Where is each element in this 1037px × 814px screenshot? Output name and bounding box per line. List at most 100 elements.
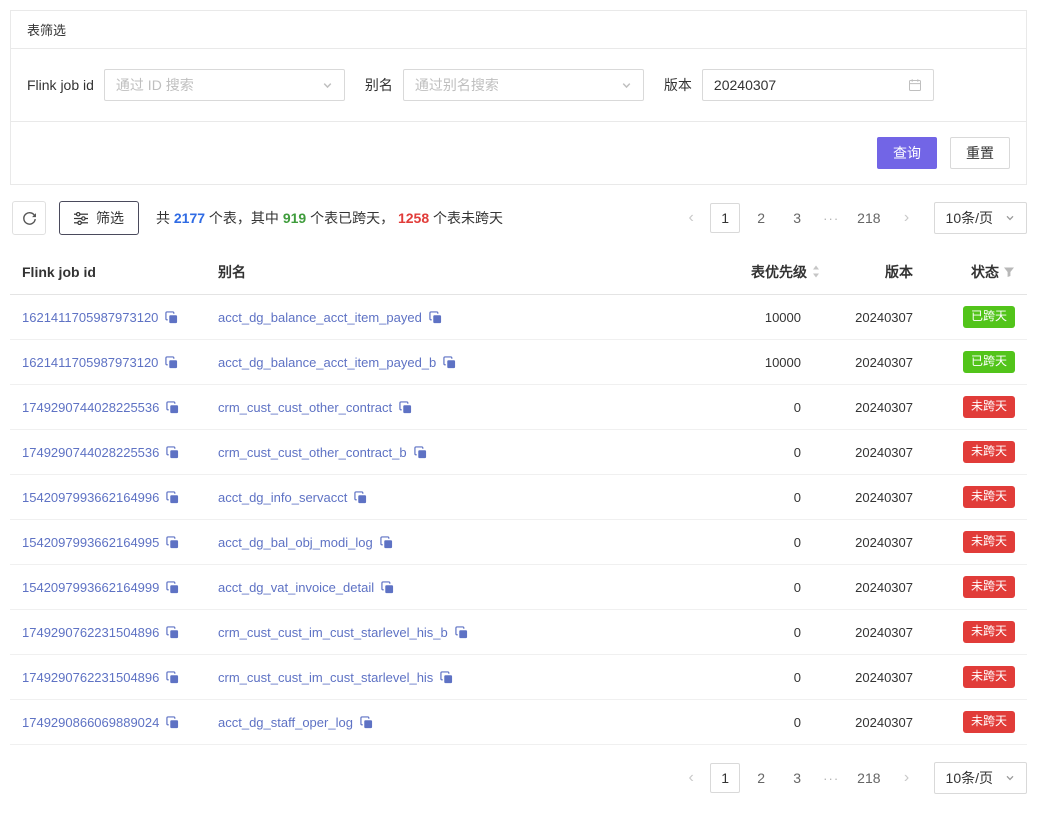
job-id-link[interactable]: 1542097993662164995 [22,535,159,550]
alias-cell: acct_dg_balance_acct_item_payed [218,310,671,325]
column-label: 状态 [971,262,999,282]
job-id-link[interactable]: 1621411705987973120 [22,355,158,370]
copy-icon[interactable] [429,311,442,324]
version-value: 20240307 [821,355,913,370]
page-ellipsis[interactable]: ··· [818,211,844,226]
alias-link[interactable]: crm_cust_cust_im_cust_starlevel_his_b [218,625,448,640]
copy-icon[interactable] [165,311,178,324]
alias-link[interactable]: acct_dg_info_servacct [218,490,347,505]
copy-icon[interactable] [414,446,427,459]
sort-carets-icon[interactable] [811,264,821,279]
job-id-placeholder: 通过 ID 搜索 [116,75,194,95]
copy-icon[interactable] [354,491,367,504]
next-page-button[interactable]: › [894,763,920,793]
funnel-icon[interactable] [1003,266,1015,278]
alias-link[interactable]: acct_dg_balance_acct_item_payed [218,310,422,325]
alias-cell: crm_cust_cust_im_cust_starlevel_his [218,670,671,685]
copy-icon[interactable] [166,581,179,594]
refresh-button[interactable] [12,201,46,235]
column-header-status[interactable]: 状态 [913,262,1015,282]
copy-icon[interactable] [166,671,179,684]
copy-icon[interactable] [165,356,178,369]
version-value: 20240307 [821,670,913,685]
status-cell: 未跨天 [913,486,1015,508]
copy-icon[interactable] [399,401,412,414]
copy-icon[interactable] [166,626,179,639]
status-cell: 已跨天 [913,306,1015,328]
status-badge: 未跨天 [963,711,1015,733]
version-date-input[interactable]: 20240307 [702,69,934,101]
copy-icon[interactable] [166,536,179,549]
page-button-1[interactable]: 1 [710,763,740,793]
page-button-2[interactable]: 2 [746,203,776,233]
version-value: 20240307 [821,400,913,415]
page-button-2[interactable]: 2 [746,763,776,793]
job-id-link[interactable]: 1749290866069889024 [22,715,159,730]
copy-icon[interactable] [166,401,179,414]
job-id-link[interactable]: 1749290762231504896 [22,670,159,685]
filter-row: Flink job id 通过 ID 搜索 别名 通过别名搜索 [11,49,1026,122]
job-id-cell: 1542097993662164999 [22,580,218,595]
alias-placeholder: 通过别名搜索 [415,75,499,95]
search-button[interactable]: 查询 [877,137,937,169]
job-id-link[interactable]: 1542097993662164996 [22,490,159,505]
alias-field: 别名 通过别名搜索 [365,69,644,101]
job-id-link[interactable]: 1749290744028225536 [22,445,159,460]
job-id-link[interactable]: 1621411705987973120 [22,310,158,325]
job-id-select[interactable]: 通过 ID 搜索 [104,69,345,101]
copy-icon[interactable] [443,356,456,369]
alias-cell: crm_cust_cust_other_contract [218,400,671,415]
page-button-3[interactable]: 3 [782,203,812,233]
page-button-last[interactable]: 218 [850,203,887,233]
table-row: 1542097993662164999 acct_dg_vat_invoice_… [10,565,1027,610]
filter-toggle-button[interactable]: 筛选 [59,201,139,235]
priority-value: 10000 [671,355,821,370]
version-value: 20240307 [821,445,913,460]
filter-card-title: 表筛选 [11,11,1026,49]
version-field: 版本 20240307 [664,69,934,101]
column-header-priority[interactable]: 表优先级 [671,262,821,282]
alias-link[interactable]: acct_dg_staff_oper_log [218,715,353,730]
copy-icon[interactable] [166,491,179,504]
alias-select[interactable]: 通过别名搜索 [403,69,644,101]
alias-link[interactable]: crm_cust_cust_im_cust_starlevel_his [218,670,433,685]
prev-page-button[interactable]: ‹ [678,203,704,233]
copy-icon[interactable] [381,581,394,594]
summary-prefix: 共 [156,210,174,226]
alias-link[interactable]: crm_cust_cust_other_contract_b [218,445,407,460]
job-id-link[interactable]: 1749290762231504896 [22,625,159,640]
copy-icon[interactable] [380,536,393,549]
page-button-last[interactable]: 218 [850,763,887,793]
alias-cell: acct_dg_staff_oper_log [218,715,671,730]
page-ellipsis[interactable]: ··· [818,771,844,786]
job-id-link[interactable]: 1749290744028225536 [22,400,159,415]
alias-cell: acct_dg_bal_obj_modi_log [218,535,671,550]
alias-link[interactable]: acct_dg_bal_obj_modi_log [218,535,373,550]
summary-mid1: 个表，其中 [205,210,283,226]
copy-icon[interactable] [440,671,453,684]
job-id-cell: 1621411705987973120 [22,310,218,325]
priority-value: 0 [671,490,821,505]
next-page-button[interactable]: › [894,203,920,233]
status-cell: 未跨天 [913,441,1015,463]
status-badge: 已跨天 [963,351,1015,373]
summary-uncrossed: 1258 [398,210,429,226]
alias-link[interactable]: acct_dg_vat_invoice_detail [218,580,374,595]
status-cell: 未跨天 [913,621,1015,643]
version-value: 20240307 [821,580,913,595]
copy-icon[interactable] [166,716,179,729]
reset-button[interactable]: 重置 [950,137,1010,169]
page-size-select[interactable]: 10条/页 [934,202,1027,234]
copy-icon[interactable] [360,716,373,729]
alias-link[interactable]: crm_cust_cust_other_contract [218,400,392,415]
summary-mid2: 个表已跨天， [306,210,398,226]
job-id-link[interactable]: 1542097993662164999 [22,580,159,595]
alias-label: 别名 [365,75,393,95]
alias-link[interactable]: acct_dg_balance_acct_item_payed_b [218,355,436,370]
copy-icon[interactable] [166,446,179,459]
copy-icon[interactable] [455,626,468,639]
chevron-down-icon [1005,213,1015,223]
page-button-1[interactable]: 1 [710,203,740,233]
prev-page-button[interactable]: ‹ [678,763,704,793]
page-button-3[interactable]: 3 [782,763,812,793]
